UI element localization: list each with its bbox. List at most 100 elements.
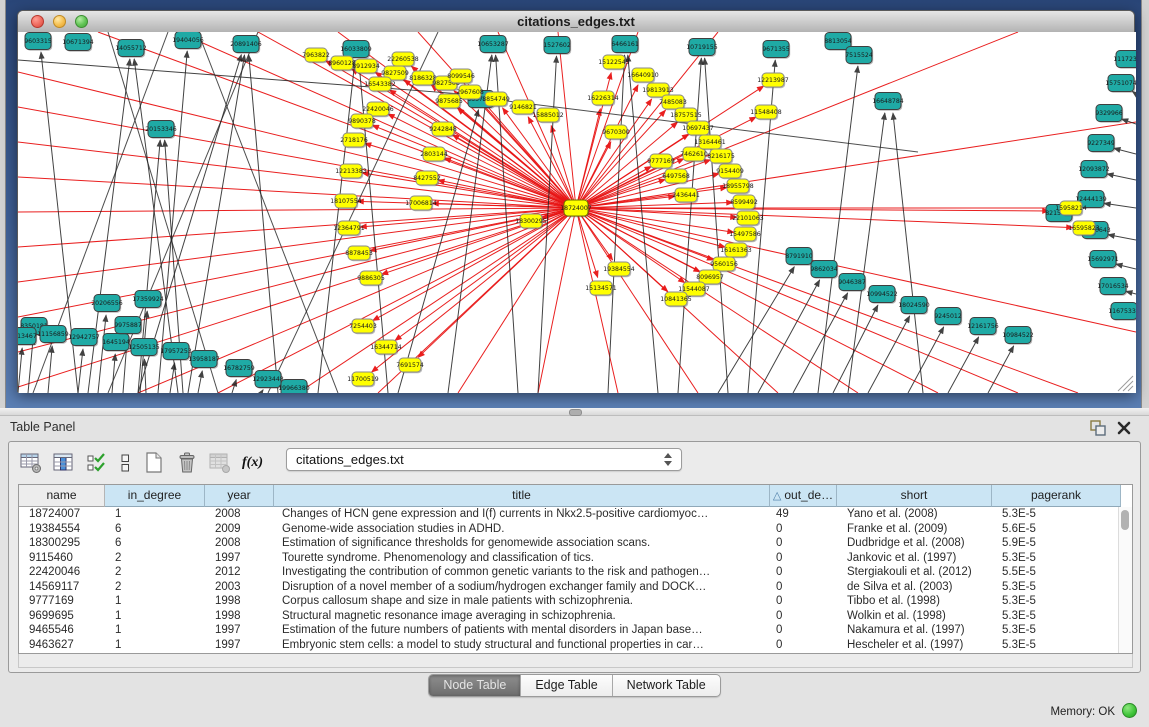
graph-hub-node[interactable]: 18724007: [560, 200, 592, 217]
graph-node-teal[interactable]: 11172377: [1113, 51, 1136, 69]
graph-node-yellow[interactable]: 16595823: [1068, 221, 1100, 236]
graph-node-teal[interactable]: 9329966: [1095, 105, 1123, 123]
graph-node-teal[interactable]: 9975887: [114, 317, 142, 335]
tab-edge-table[interactable]: Edge Table: [521, 675, 612, 696]
memory-status-icon[interactable]: [1122, 703, 1137, 718]
graph-node-yellow[interactable]: 8099546: [447, 69, 475, 84]
graph-node-yellow[interactable]: 8216175: [707, 149, 735, 164]
graph-node-yellow[interactable]: 7254403: [349, 319, 377, 334]
graph-node-yellow[interactable]: 8427552: [413, 171, 441, 186]
graph-node-teal[interactable]: 19966380: [278, 380, 310, 394]
graph-node-yellow[interactable]: 9886305: [357, 271, 385, 286]
graph-node-teal[interactable]: 17957253: [160, 343, 192, 361]
table-row[interactable]: 1830029562008Estimation of significance …: [19, 536, 1132, 551]
graph-node-yellow[interactable]: 8854749: [482, 92, 510, 107]
graph-node-yellow[interactable]: 22260538: [387, 52, 419, 67]
column-header-pagerank[interactable]: pagerank: [992, 485, 1121, 507]
graph-node-yellow[interactable]: 10697437: [682, 121, 714, 136]
column-header-out_de[interactable]: △out_de…: [770, 485, 837, 507]
column-header-short[interactable]: short: [837, 485, 992, 507]
table-row[interactable]: 2242004622012Investigating the contribut…: [19, 565, 1132, 580]
graph-node-yellow[interactable]: 19384554: [603, 262, 635, 277]
tab-node-table[interactable]: Node Table: [429, 675, 521, 696]
graph-node-yellow[interactable]: 22101063: [732, 211, 764, 226]
column-header-name[interactable]: name: [19, 485, 105, 507]
graph-node-teal[interactable]: 8791910: [785, 248, 813, 266]
delete-table-icon[interactable]: [173, 450, 200, 476]
table-row[interactable]: 946554611997Estimation of the future num…: [19, 623, 1132, 638]
merge-cells-icon[interactable]: [116, 450, 134, 476]
select-rows-icon[interactable]: [83, 450, 110, 476]
horizontal-scrollbar[interactable]: [18, 654, 1133, 668]
network-canvas[interactable]: 9603315106713941405571219404056208914061…: [18, 32, 1136, 393]
graph-node-teal[interactable]: 10984522: [1002, 327, 1034, 345]
table-row[interactable]: 1456911722003Disruption of a novel membe…: [19, 580, 1132, 595]
vertical-scrollbar[interactable]: [1118, 507, 1132, 653]
graph-node-yellow[interactable]: 16543382: [364, 77, 396, 92]
graph-node-teal[interactable]: 9046387: [838, 274, 866, 292]
graph-node-yellow[interactable]: 15122543: [598, 55, 630, 70]
graph-node-yellow[interactable]: 9154409: [716, 164, 744, 179]
graph-node-teal[interactable]: 18024590: [898, 297, 930, 315]
scrollbar-thumb[interactable]: [1121, 510, 1129, 530]
graph-node-yellow[interactable]: 9875685: [435, 94, 463, 109]
graph-node-teal[interactable]: 9603315: [24, 33, 52, 51]
graph-node-yellow[interactable]: 16640910: [627, 68, 659, 83]
graph-node-teal[interactable]: 15751074: [1105, 75, 1136, 93]
graph-node-teal[interactable]: 20206556: [91, 295, 123, 313]
window-titlebar[interactable]: citations_edges.txt: [18, 11, 1134, 33]
table-row[interactable]: 1938455462009Genome-wide association stu…: [19, 522, 1132, 537]
column-header-in_degree[interactable]: in_degree: [105, 485, 205, 507]
graph-node-teal[interactable]: 10671394: [62, 34, 94, 52]
show-column-icon[interactable]: [50, 450, 77, 476]
float-panel-icon[interactable]: [1089, 419, 1107, 437]
graph-node-teal[interactable]: 10719155: [686, 39, 718, 57]
graph-node-teal[interactable]: 7515524: [845, 47, 873, 65]
table-row[interactable]: 1872400712008Changes of HCN gene express…: [19, 507, 1132, 522]
graph-node-teal[interactable]: 12161756: [967, 318, 999, 336]
graph-node-yellow[interactable]: 16344714: [370, 340, 402, 355]
table-row[interactable]: 911546021997Tourette syndrome. Phenomeno…: [19, 551, 1132, 566]
column-header-title[interactable]: title: [274, 485, 770, 507]
graph-node-yellow[interactable]: 15497586: [729, 227, 761, 242]
create-new-table-icon[interactable]: [140, 450, 167, 476]
graph-node-yellow[interactable]: 6497568: [662, 169, 690, 184]
table-row[interactable]: 969969511998Structural magnetic resonanc…: [19, 609, 1132, 624]
graph-node-teal[interactable]: 12942757: [68, 329, 100, 347]
graph-node-yellow[interactable]: 18107554: [330, 194, 362, 209]
table-row[interactable]: 946362711997Embryonic stem cells: a mode…: [19, 638, 1132, 653]
graph-node-teal[interactable]: 12505135: [128, 339, 160, 357]
node-table[interactable]: namein_degreeyeartitle△out_de…shortpager…: [18, 484, 1133, 654]
graph-node-teal[interactable]: 11675338: [1108, 303, 1136, 321]
graph-node-yellow[interactable]: 16161363: [720, 243, 752, 258]
graph-node-teal[interactable]: 9671355: [762, 41, 790, 59]
graph-node-yellow[interactable]: 16226314: [587, 91, 619, 106]
graph-node-teal[interactable]: 11156859: [37, 326, 69, 344]
graph-node-yellow[interactable]: 7963822: [302, 48, 330, 63]
table-mode-settings-icon[interactable]: [17, 450, 44, 476]
graph-node-yellow[interactable]: 11700519: [347, 372, 379, 387]
graph-node-yellow[interactable]: 9890378: [348, 114, 376, 129]
graph-node-yellow[interactable]: 8599492: [730, 195, 758, 210]
graph-node-teal[interactable]: 20153346: [145, 121, 177, 139]
column-header-year[interactable]: year: [205, 485, 274, 507]
network-view-window[interactable]: citations_edges.txt 96033151067139414055…: [17, 10, 1135, 392]
graph-node-yellow[interactable]: 8878453: [345, 246, 373, 261]
graph-node-teal[interactable]: 10653287: [477, 36, 509, 54]
function-builder-icon[interactable]: f(x): [239, 450, 266, 476]
citation-network-graph[interactable]: 9603315106713941405571219404056208914061…: [18, 32, 1136, 393]
graph-node-teal[interactable]: 17016534: [1097, 278, 1129, 296]
graph-node-yellow[interactable]: 8912934: [352, 59, 380, 74]
tab-network-table[interactable]: Network Table: [613, 675, 720, 696]
graph-node-yellow[interactable]: 12213383: [335, 164, 367, 179]
graph-node-yellow[interactable]: 9670300: [602, 125, 630, 140]
table-row[interactable]: 977716911998Corpus callosum shape and si…: [19, 594, 1132, 609]
graph-node-yellow[interactable]: 2803144: [420, 147, 448, 162]
close-panel-icon[interactable]: [1115, 419, 1133, 437]
graph-node-teal[interactable]: 9227349: [1087, 135, 1115, 153]
graph-node-teal[interactable]: 9245012: [934, 308, 962, 326]
graph-node-teal[interactable]: 3913467: [18, 328, 37, 346]
graph-node-teal[interactable]: 13958187: [188, 351, 220, 369]
graph-node-teal[interactable]: 10994522: [866, 286, 898, 304]
graph-node-yellow[interactable]: 2718176: [340, 133, 368, 148]
